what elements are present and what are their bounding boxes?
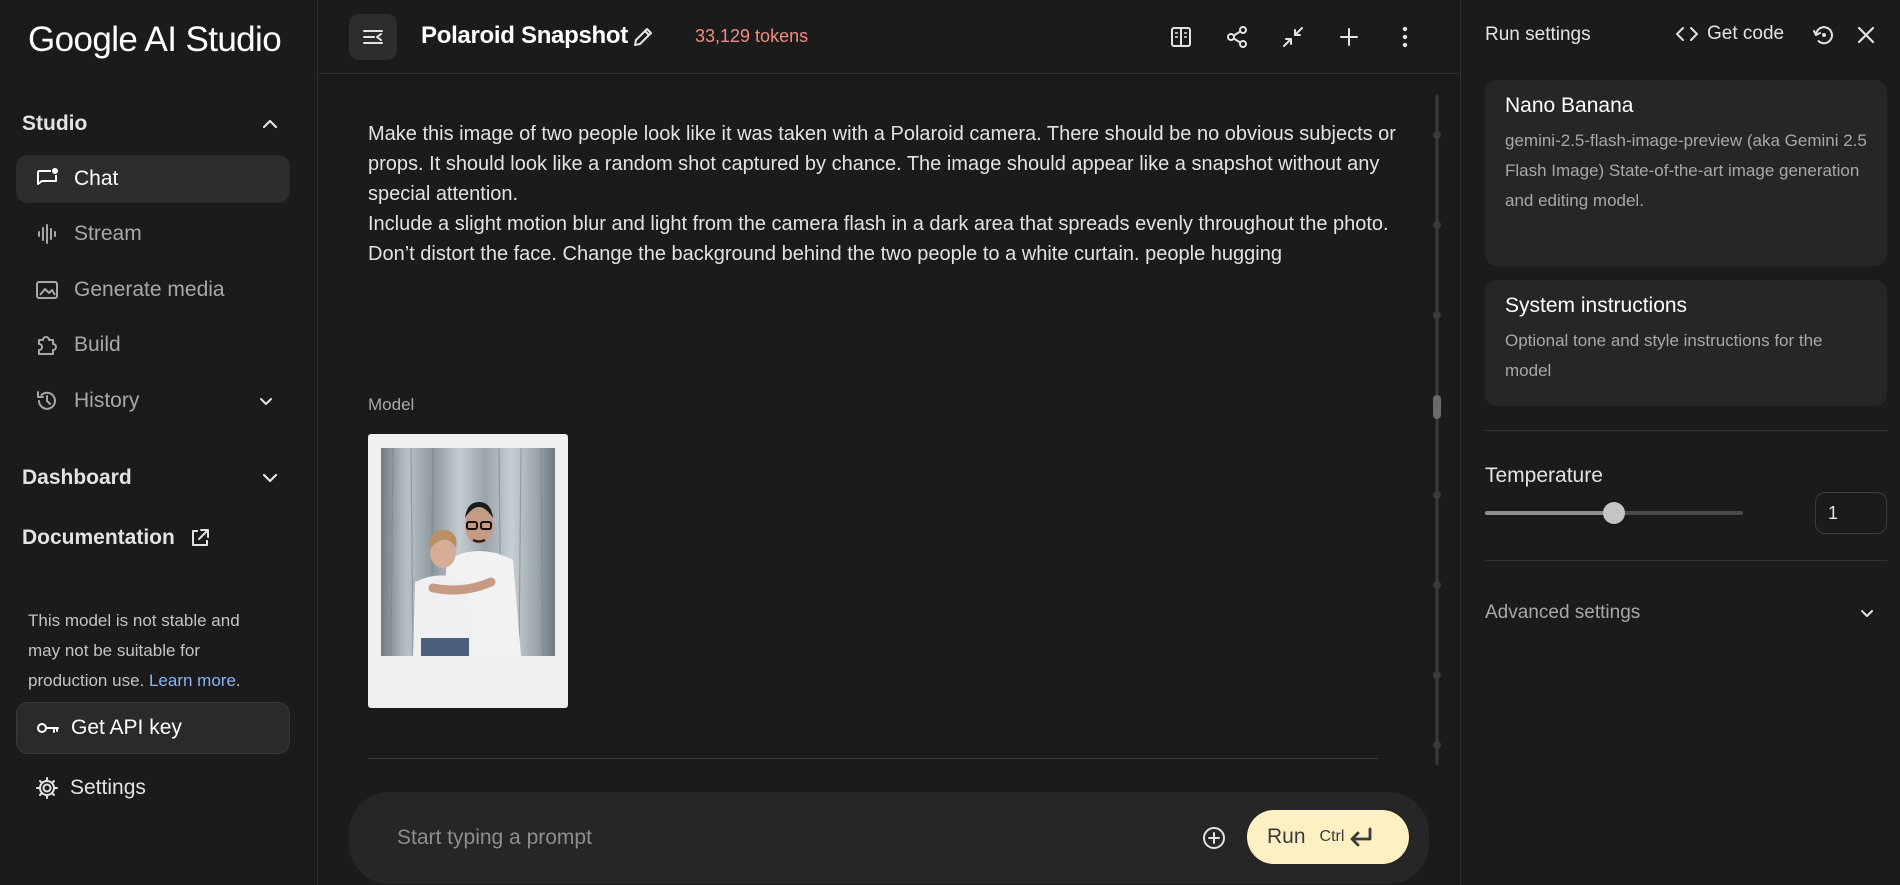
token-count: 33,129 tokens bbox=[695, 26, 809, 46]
chat-divider bbox=[368, 758, 1378, 759]
system-instructions-title: System instructions bbox=[1505, 294, 1688, 317]
sidebar-item-chat[interactable]: Chat bbox=[16, 155, 290, 203]
more-vert-icon[interactable] bbox=[1391, 20, 1419, 54]
sidebar-item-settings[interactable]: Settings bbox=[16, 764, 146, 812]
get-code-label: Get code bbox=[1707, 23, 1785, 44]
advanced-settings-label: Advanced settings bbox=[1485, 602, 1641, 623]
close-icon[interactable] bbox=[1853, 22, 1879, 48]
system-instructions-placeholder: Optional tone and style instructions for… bbox=[1505, 331, 1823, 380]
get-code-button[interactable]: Get code bbox=[1675, 22, 1784, 46]
share-icon[interactable] bbox=[1223, 20, 1251, 54]
prompt-input-placeholder[interactable]: Start typing a prompt bbox=[397, 826, 592, 850]
advanced-settings-toggle[interactable]: Advanced settings bbox=[1485, 602, 1887, 624]
temperature-label: Temperature bbox=[1485, 464, 1603, 487]
model-selector-card[interactable]: Nano Banana gemini-2.5-flash-image-previ… bbox=[1485, 80, 1887, 266]
run-label: Run bbox=[1267, 825, 1306, 848]
sidebar-item-generate-media[interactable]: Generate media bbox=[16, 266, 290, 314]
chat-area: Make this image of two people look like … bbox=[319, 75, 1459, 765]
model-response-label: Model bbox=[368, 395, 415, 414]
model-name: Nano Banana bbox=[1505, 94, 1634, 117]
gear-icon bbox=[34, 775, 60, 801]
chevron-down-icon bbox=[260, 398, 272, 405]
chat-icon bbox=[34, 166, 60, 192]
top-bar: Polaroid Snapshot 33,129 tokens bbox=[319, 0, 1459, 74]
edit-icon[interactable] bbox=[631, 25, 655, 49]
sidebar-item-label: Stream bbox=[74, 222, 142, 245]
add-media-icon[interactable] bbox=[1201, 825, 1227, 851]
run-button[interactable]: Run Ctrl bbox=[1247, 810, 1409, 864]
sidebar-item-label: Generate media bbox=[74, 278, 225, 301]
left-sidebar: Google AI Studio Studio Chat Stream Gene… bbox=[0, 0, 318, 885]
stream-icon bbox=[34, 221, 60, 247]
prompt-line: Include a slight motion blur and light f… bbox=[368, 213, 1389, 265]
menu-collapse-icon bbox=[363, 30, 383, 44]
temperature-slider-handle[interactable] bbox=[1603, 502, 1625, 524]
page-title: Polaroid Snapshot bbox=[421, 22, 628, 49]
get-api-key-button[interactable]: Get API key bbox=[16, 702, 290, 754]
temperature-input[interactable] bbox=[1815, 492, 1887, 534]
settings-label: Settings bbox=[70, 776, 146, 799]
external-link-icon bbox=[191, 529, 209, 546]
documentation-label: Documentation bbox=[22, 526, 175, 549]
chevron-down-icon bbox=[1861, 610, 1873, 617]
puzzle-icon bbox=[34, 332, 60, 358]
panel-divider bbox=[1485, 560, 1887, 561]
app-logo[interactable]: Google AI Studio bbox=[28, 20, 282, 60]
system-instructions-card[interactable]: System instructions Optional tone and st… bbox=[1485, 280, 1887, 406]
dashboard-section-label: Dashboard bbox=[22, 466, 132, 489]
collapse-icon[interactable] bbox=[1279, 20, 1307, 54]
enter-key-icon bbox=[1351, 827, 1372, 847]
run-shortcut: Ctrl bbox=[1319, 828, 1345, 845]
generated-image[interactable] bbox=[368, 434, 568, 708]
run-settings-panel: Run settings Get code Nano Banana gemini… bbox=[1460, 0, 1900, 885]
prompt-line: Make this image of two people look like … bbox=[368, 123, 1396, 205]
learn-more-link[interactable]: Learn more bbox=[149, 671, 236, 690]
model-stability-notice: This model is not stable and may not be … bbox=[28, 606, 268, 696]
documentation-link[interactable]: Documentation bbox=[22, 526, 211, 550]
studio-section-label: Studio bbox=[22, 112, 88, 135]
sidebar-item-label: History bbox=[74, 389, 140, 412]
chat-scrollbar[interactable] bbox=[1432, 95, 1442, 765]
sidebar-item-label: Chat bbox=[74, 167, 119, 190]
panel-divider bbox=[1485, 430, 1887, 431]
get-api-key-label: Get API key bbox=[71, 716, 182, 739]
run-settings-title: Run settings bbox=[1485, 24, 1591, 45]
temperature-slider-fill bbox=[1485, 511, 1614, 515]
sidebar-item-build[interactable]: Build bbox=[16, 321, 290, 369]
compare-icon[interactable] bbox=[1167, 20, 1195, 54]
sidebar-item-stream[interactable]: Stream bbox=[16, 210, 290, 258]
sidebar-item-label: Build bbox=[74, 333, 121, 356]
model-description: gemini-2.5-flash-image-preview (aka Gemi… bbox=[1505, 131, 1867, 210]
sidebar-item-history[interactable]: History bbox=[16, 377, 290, 425]
key-icon bbox=[35, 715, 61, 741]
code-icon bbox=[1676, 27, 1698, 41]
chevron-down-icon bbox=[262, 473, 278, 483]
temperature-slider[interactable] bbox=[1485, 502, 1743, 524]
photo-content bbox=[381, 448, 555, 656]
history-icon bbox=[34, 388, 60, 414]
chevron-up-icon bbox=[262, 119, 278, 129]
reset-icon[interactable] bbox=[1811, 22, 1837, 48]
add-icon[interactable] bbox=[1335, 20, 1363, 54]
user-prompt: Make this image of two people look like … bbox=[368, 119, 1408, 269]
prompt-input-bar[interactable]: Start typing a prompt Run Ctrl bbox=[349, 792, 1429, 884]
notice-period: . bbox=[235, 671, 241, 690]
image-icon bbox=[34, 277, 60, 303]
top-actions bbox=[1167, 20, 1419, 54]
toggle-sidebar-button[interactable] bbox=[349, 14, 397, 60]
studio-section-toggle[interactable]: Studio bbox=[22, 112, 280, 136]
dashboard-section-toggle[interactable]: Dashboard bbox=[22, 466, 280, 490]
